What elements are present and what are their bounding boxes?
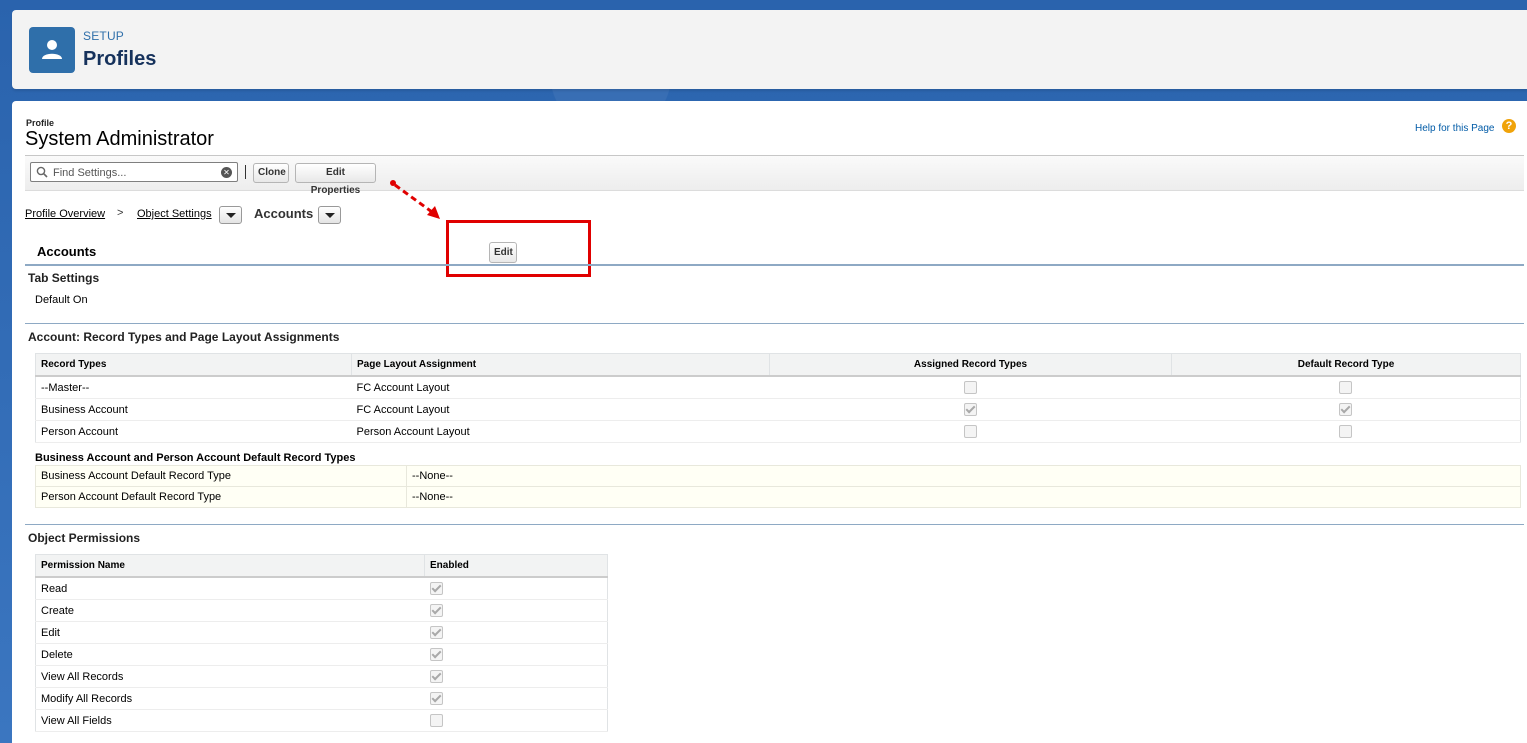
enabled-checkbox (429, 648, 443, 661)
permission-name: Modify All Records (35, 687, 425, 710)
breadcrumb-profile-overview[interactable]: Profile Overview (25, 208, 105, 220)
page-layout-name: FC Account Layout (351, 375, 770, 399)
search-input[interactable] (51, 164, 220, 182)
table-row: --Master-- FC Account Layout (35, 375, 1521, 399)
default-record-type-value: --None-- (406, 486, 1521, 508)
page-title: Profiles (83, 48, 157, 70)
tab-settings-value: Default On (35, 294, 88, 306)
accounts-section-title: Accounts (37, 244, 97, 259)
table-header-row: Record Types Page Layout Assignment Assi… (35, 353, 1521, 377)
page-layout-name: FC Account Layout (351, 398, 770, 421)
profile-name: System Administrator (25, 128, 214, 150)
help-icon[interactable]: ? (1502, 119, 1516, 133)
default-record-types-title: Business Account and Person Account Defa… (35, 452, 356, 464)
record-type-name: --Master-- (35, 375, 352, 399)
table-row: Person Account Default Record Type --Non… (35, 486, 1521, 508)
help-link[interactable]: Help for this Page (1415, 123, 1495, 134)
default-checkbox (1339, 403, 1353, 416)
toolbar: ✕ Clone Edit Properties (25, 155, 1524, 196)
permission-name: View All Records (35, 665, 425, 688)
default-record-types-table: Business Account Default Record Type --N… (35, 465, 1521, 508)
setup-label: SETUP (83, 29, 125, 43)
table-row: Modify All Records (35, 687, 608, 710)
permission-name: Delete (35, 643, 425, 666)
table-row: View All Records (35, 665, 608, 688)
page-header: SETUP Profiles (12, 10, 1527, 89)
object-permissions-title: Object Permissions (28, 531, 141, 545)
permission-name: Edit (35, 621, 425, 644)
breadcrumb-separator: > (117, 207, 124, 219)
table-row: Create (35, 599, 608, 622)
default-record-type-label: Business Account Default Record Type (35, 465, 407, 487)
record-types-title: Account: Record Types and Page Layout As… (28, 330, 340, 344)
table-header-row: Permission Name Enabled (35, 554, 608, 578)
permission-name: View All Fields (35, 709, 425, 732)
search-icon (36, 166, 48, 178)
column-header: Enabled (424, 554, 608, 578)
default-record-type-value: --None-- (406, 465, 1521, 487)
column-header: Permission Name (35, 554, 425, 578)
breadcrumb-current: Accounts (254, 206, 314, 221)
column-header: Page Layout Assignment (351, 353, 770, 377)
table-row: Person Account Person Account Layout (35, 420, 1521, 443)
content-panel: Profile System Administrator Help for th… (12, 101, 1527, 743)
edit-properties-button[interactable]: Edit Properties (295, 163, 376, 196)
assigned-checkbox (964, 381, 977, 394)
column-header: Default Record Type (1171, 353, 1521, 377)
table-row: View All Fields (35, 709, 608, 732)
clear-icon[interactable]: ✕ (221, 167, 232, 178)
table-row: Read (35, 576, 608, 600)
tab-settings-title: Tab Settings (28, 271, 100, 285)
annotation-highlight-box (446, 220, 591, 277)
record-type-name: Person Account (35, 420, 352, 443)
section-divider (25, 524, 1524, 525)
default-record-type-label: Person Account Default Record Type (35, 486, 407, 508)
enabled-checkbox (429, 604, 443, 617)
default-checkbox (1339, 425, 1353, 438)
table-row: Business Account Default Record Type --N… (35, 465, 1521, 487)
object-settings-dropdown[interactable] (219, 206, 242, 224)
object-permissions-table: Permission Name Enabled Read Create Edit… (35, 554, 608, 732)
annotation-arrow-icon (390, 180, 440, 219)
section-divider (25, 264, 1524, 266)
permission-name: Read (35, 576, 425, 600)
enabled-checkbox (429, 714, 443, 727)
accounts-dropdown[interactable] (318, 206, 341, 224)
toolbar-divider (245, 165, 246, 179)
user-icon (29, 27, 75, 73)
default-checkbox (1339, 381, 1353, 394)
record-types-table: Record Types Page Layout Assignment Assi… (35, 353, 1521, 443)
clone-button[interactable]: Clone (253, 163, 289, 183)
table-row: Delete (35, 643, 608, 666)
enabled-checkbox (429, 670, 443, 683)
assigned-checkbox (964, 425, 977, 438)
page-layout-name: Person Account Layout (351, 420, 770, 443)
assigned-checkbox (964, 403, 977, 416)
breadcrumb-object-settings[interactable]: Object Settings (137, 208, 212, 220)
enabled-checkbox (429, 626, 443, 639)
search-box[interactable]: ✕ (30, 162, 238, 182)
section-divider (25, 323, 1524, 324)
profile-label: Profile (26, 118, 55, 128)
table-row: Business Account FC Account Layout (35, 398, 1521, 421)
column-header: Record Types (35, 353, 352, 377)
enabled-checkbox (429, 692, 443, 705)
enabled-checkbox (429, 582, 443, 595)
permission-name: Create (35, 599, 425, 622)
record-type-name: Business Account (35, 398, 352, 421)
column-header: Assigned Record Types (769, 353, 1172, 377)
table-row: Edit (35, 621, 608, 644)
